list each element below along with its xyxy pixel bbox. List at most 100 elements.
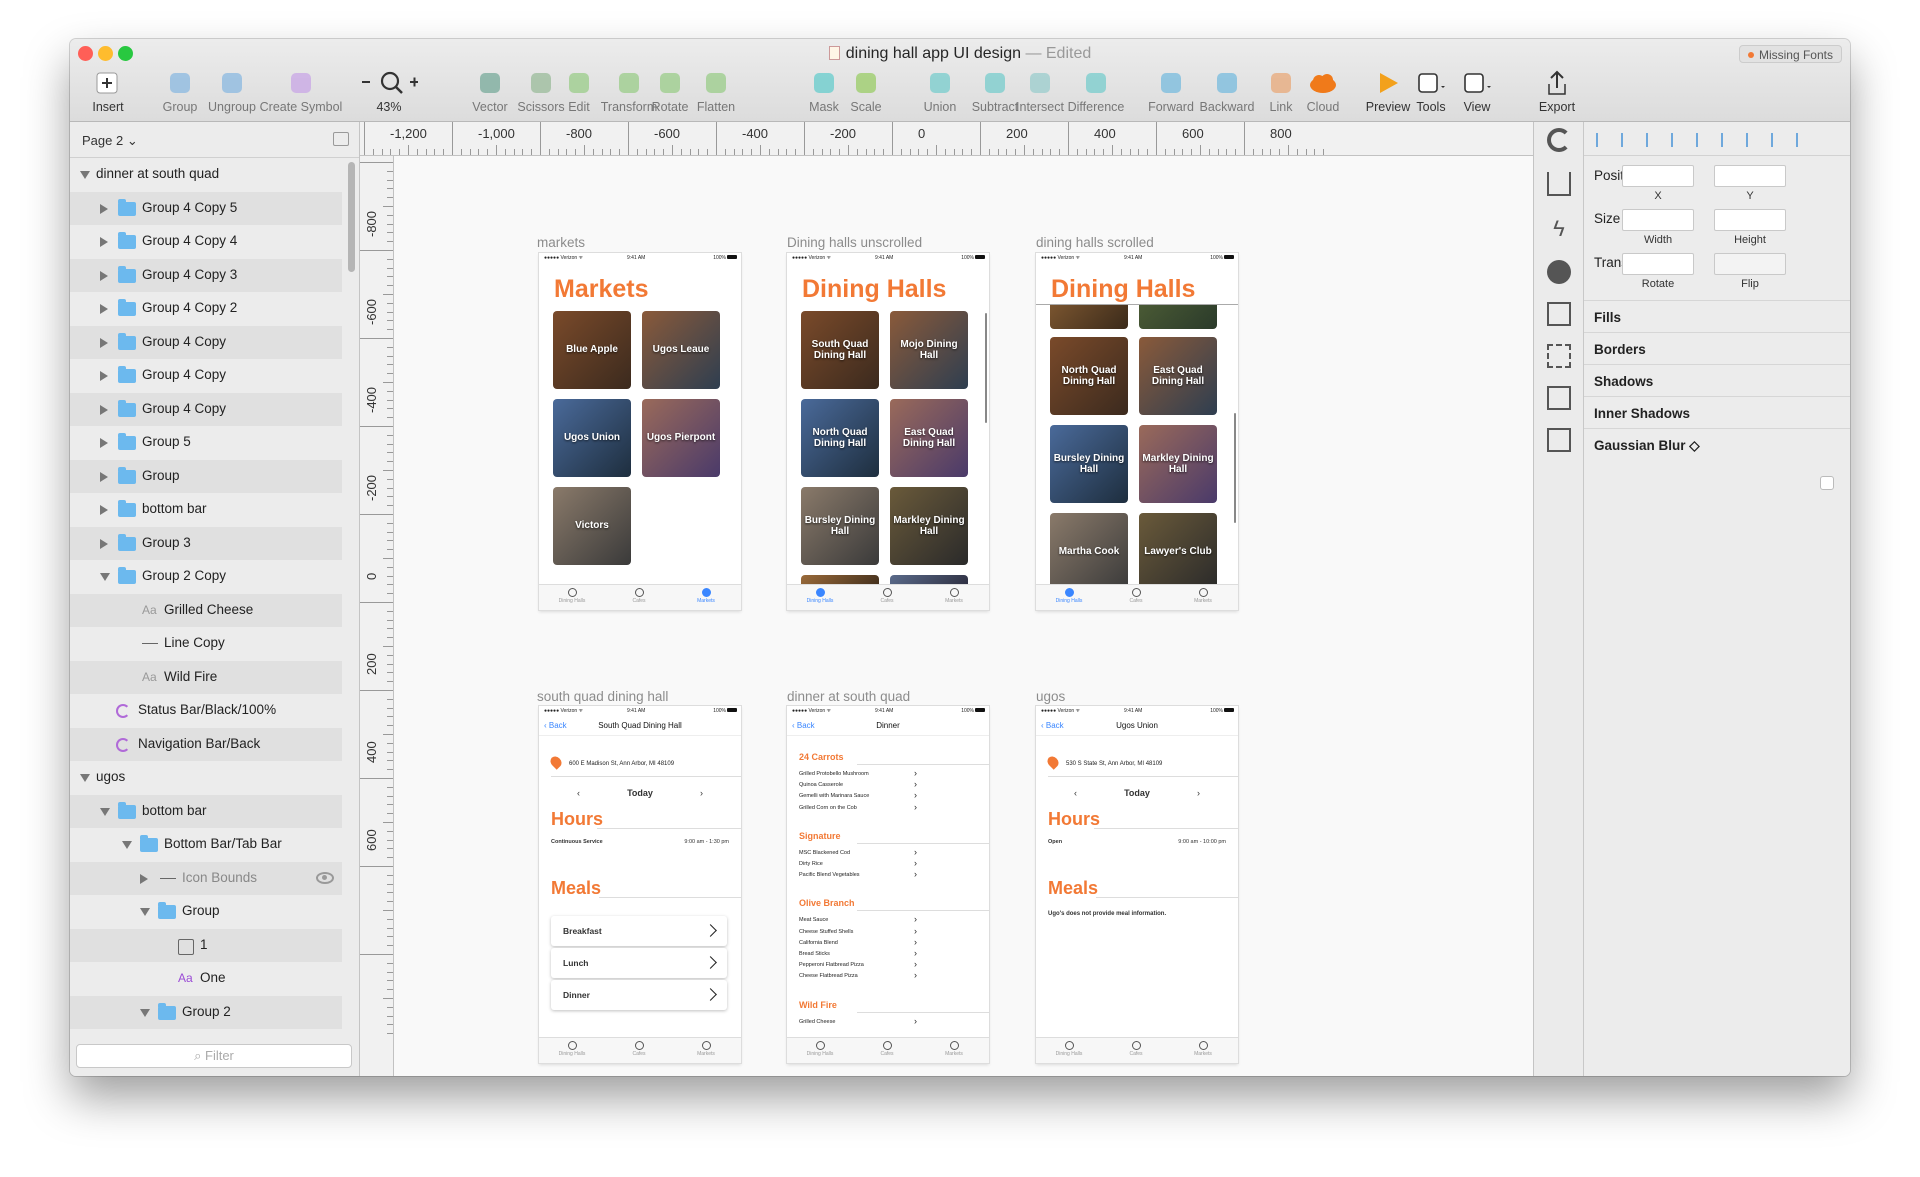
edit-tool[interactable]: Edit xyxy=(564,69,594,114)
artboard-label[interactable]: south quad dining hall xyxy=(537,689,668,704)
tile-bursley-dining-hall[interactable]: Bursley Dining Hall xyxy=(1050,425,1128,503)
artboard-dining-unscrolled[interactable]: ●●●●● Verizon ᯤ 9:41 AM 100% Dining Halls … xyxy=(787,253,989,610)
menu-item[interactable]: Pacific Blend Vegetables xyxy=(799,869,917,879)
width-field[interactable] xyxy=(1622,209,1694,231)
layer-row[interactable]: dinner at south quad xyxy=(70,158,342,191)
align-icon[interactable] xyxy=(1596,133,1610,147)
height-field[interactable] xyxy=(1714,209,1786,231)
artboard-label[interactable]: dining halls scrolled xyxy=(1036,235,1154,250)
align-icon[interactable] xyxy=(1771,133,1785,147)
inspector-section-3[interactable]: Inner Shadows xyxy=(1584,396,1850,428)
export-tool[interactable]: Export xyxy=(1536,69,1578,114)
tile-south-quad-dining-hall[interactable]: South Quad Dining Hall xyxy=(801,311,879,389)
align-icon[interactable] xyxy=(1671,133,1685,147)
create-symbol-tool[interactable]: Create Symbol xyxy=(256,69,346,114)
vector-tool[interactable]: Vector xyxy=(468,69,512,114)
intersect-tool[interactable]: Intersect xyxy=(1014,69,1066,114)
layer-row[interactable]: Group 2 xyxy=(70,995,342,1029)
blur-checkbox[interactable] xyxy=(1820,476,1834,490)
tile-north-quad-dining-hall[interactable]: North Quad Dining Hall xyxy=(1050,337,1128,415)
selection-icon[interactable] xyxy=(1547,344,1571,368)
list-icon[interactable] xyxy=(1547,302,1571,326)
meal-breakfast-button[interactable]: Breakfast xyxy=(551,916,727,946)
tile-mojo-dining-hall[interactable]: Mojo Dining Hall xyxy=(890,311,968,389)
scale-tool[interactable]: Scale xyxy=(848,69,884,114)
next-day-icon[interactable]: › xyxy=(700,788,703,798)
menu-item[interactable]: Grilled Protobello Mushroom xyxy=(799,768,917,778)
layer-row[interactable]: bottom bar xyxy=(70,493,342,526)
layers-scrollbar[interactable] xyxy=(348,162,355,272)
layer-row[interactable]: Status Bar/Black/100% xyxy=(70,694,342,727)
disclosure-closed-icon[interactable] xyxy=(100,203,108,214)
layer-row[interactable]: Line Copy xyxy=(70,627,342,660)
menu-item[interactable]: Grilled Cheese xyxy=(799,1016,917,1026)
mask-tool[interactable]: Mask xyxy=(806,69,842,114)
backward-tool[interactable]: Backward xyxy=(1196,69,1258,114)
difference-tool[interactable]: Difference xyxy=(1062,69,1130,114)
tab-dining-halls[interactable]: Dining Halls xyxy=(790,588,850,604)
tile-blue-apple[interactable]: Blue Apple xyxy=(553,311,631,389)
artboard-dining-scrolled[interactable]: North Quad Dining Hall East Quad Dining H… xyxy=(1036,253,1238,610)
inspector-section-4[interactable]: Gaussian Blur ◇ xyxy=(1584,428,1850,460)
tile-lawyer-s-club[interactable]: Lawyer's Club xyxy=(1139,513,1217,591)
layer-row[interactable]: Navigation Bar/Back xyxy=(70,727,342,761)
union-tool[interactable]: Union xyxy=(922,69,958,114)
disclosure-open-icon[interactable] xyxy=(80,774,90,782)
disclosure-open-icon[interactable] xyxy=(122,841,132,849)
artboard-dinner[interactable]: ●●●●● Verizon ᯤ 9:41 AM 100% ‹ Back Dinner … xyxy=(787,706,989,1063)
layer-row[interactable]: Group 4 Copy 5 xyxy=(70,191,342,225)
tab-markets[interactable]: Markets xyxy=(924,1041,984,1057)
next-day-icon[interactable]: › xyxy=(1197,788,1200,798)
tab-cafes[interactable]: Cafes xyxy=(857,1041,917,1057)
layer-row[interactable]: Bottom Bar/Tab Bar xyxy=(70,828,342,861)
layer-row[interactable]: Group 3 xyxy=(70,526,342,560)
back-button[interactable]: ‹ Back xyxy=(1041,716,1064,736)
tile-ugos-pierpont[interactable]: Ugos Pierpont xyxy=(642,399,720,477)
eye-icon[interactable] xyxy=(316,871,334,884)
prev-day-icon[interactable]: ‹ xyxy=(1074,788,1077,798)
menu-item[interactable]: MSC Blackened Cod xyxy=(799,847,917,857)
tab-markets[interactable]: Markets xyxy=(1173,588,1233,604)
layer-row[interactable]: bottom bar xyxy=(70,794,342,828)
disclosure-closed-icon[interactable] xyxy=(100,404,108,415)
layer-row[interactable]: Group 4 Copy 3 xyxy=(70,258,342,292)
artboard-label[interactable]: ugos xyxy=(1036,689,1065,704)
disclosure-open-icon[interactable] xyxy=(100,573,110,581)
edit-shape-icon[interactable] xyxy=(1547,386,1571,410)
tab-cafes[interactable]: Cafes xyxy=(1106,588,1166,604)
layer-row[interactable]: Group 5 xyxy=(70,426,342,459)
tile-east-quad-dining-hall[interactable]: East Quad Dining Hall xyxy=(890,399,968,477)
layer-row[interactable]: Icon Bounds xyxy=(70,861,342,895)
preview-tool[interactable]: Preview xyxy=(1364,69,1412,114)
align-icon[interactable] xyxy=(1721,133,1735,147)
align-icon[interactable] xyxy=(1696,133,1710,147)
tile-markley-dining-hall[interactable]: Markley Dining Hall xyxy=(1139,425,1217,503)
layer-filter-input[interactable]: ⌕ Filter xyxy=(76,1044,352,1068)
tile-victors[interactable]: Victors xyxy=(553,487,631,565)
hexagon-icon[interactable] xyxy=(1547,260,1571,284)
share-icon[interactable] xyxy=(1547,172,1571,196)
scissors-tool[interactable]: Scissors xyxy=(516,69,566,114)
menu-item[interactable]: Cheese Stuffed Shells xyxy=(799,926,917,936)
menu-item[interactable]: Pepperoni Flatbread Pizza xyxy=(799,959,917,969)
tile-martha-cook[interactable]: Martha Cook xyxy=(1050,513,1128,591)
disclosure-closed-icon[interactable] xyxy=(100,237,108,247)
tile-markley-dining-hall[interactable]: Markley Dining Hall xyxy=(890,487,968,565)
tile-north-quad-dining-hall[interactable]: North Quad Dining Hall xyxy=(801,399,879,477)
canvas[interactable]: markets ●●●●● Verizon ᯤ 9:41 AM 100% Marke… xyxy=(394,156,1619,1076)
tab-dining-halls[interactable]: Dining Halls xyxy=(1039,1041,1099,1057)
disclosure-closed-icon[interactable] xyxy=(100,371,108,381)
group-tool[interactable]: Group xyxy=(160,69,200,114)
flatten-tool[interactable]: Flatten xyxy=(692,69,740,114)
menu-item[interactable]: Cheese Flatbread Pizza xyxy=(799,970,917,980)
layer-row[interactable]: Group 2 Copy xyxy=(70,560,342,593)
tab-dining-halls[interactable]: Dining Halls xyxy=(542,588,602,604)
artboard-label[interactable]: Dining halls unscrolled xyxy=(787,235,922,250)
meal-dinner-button[interactable]: Dinner xyxy=(551,980,727,1010)
disclosure-closed-icon[interactable] xyxy=(100,270,108,281)
link-tool[interactable]: Link xyxy=(1266,69,1296,114)
meal-lunch-button[interactable]: Lunch xyxy=(551,948,727,978)
inspector-section-1[interactable]: Borders xyxy=(1584,332,1850,364)
artboard-label[interactable]: dinner at south quad xyxy=(787,689,910,704)
disclosure-closed-icon[interactable] xyxy=(100,471,108,482)
